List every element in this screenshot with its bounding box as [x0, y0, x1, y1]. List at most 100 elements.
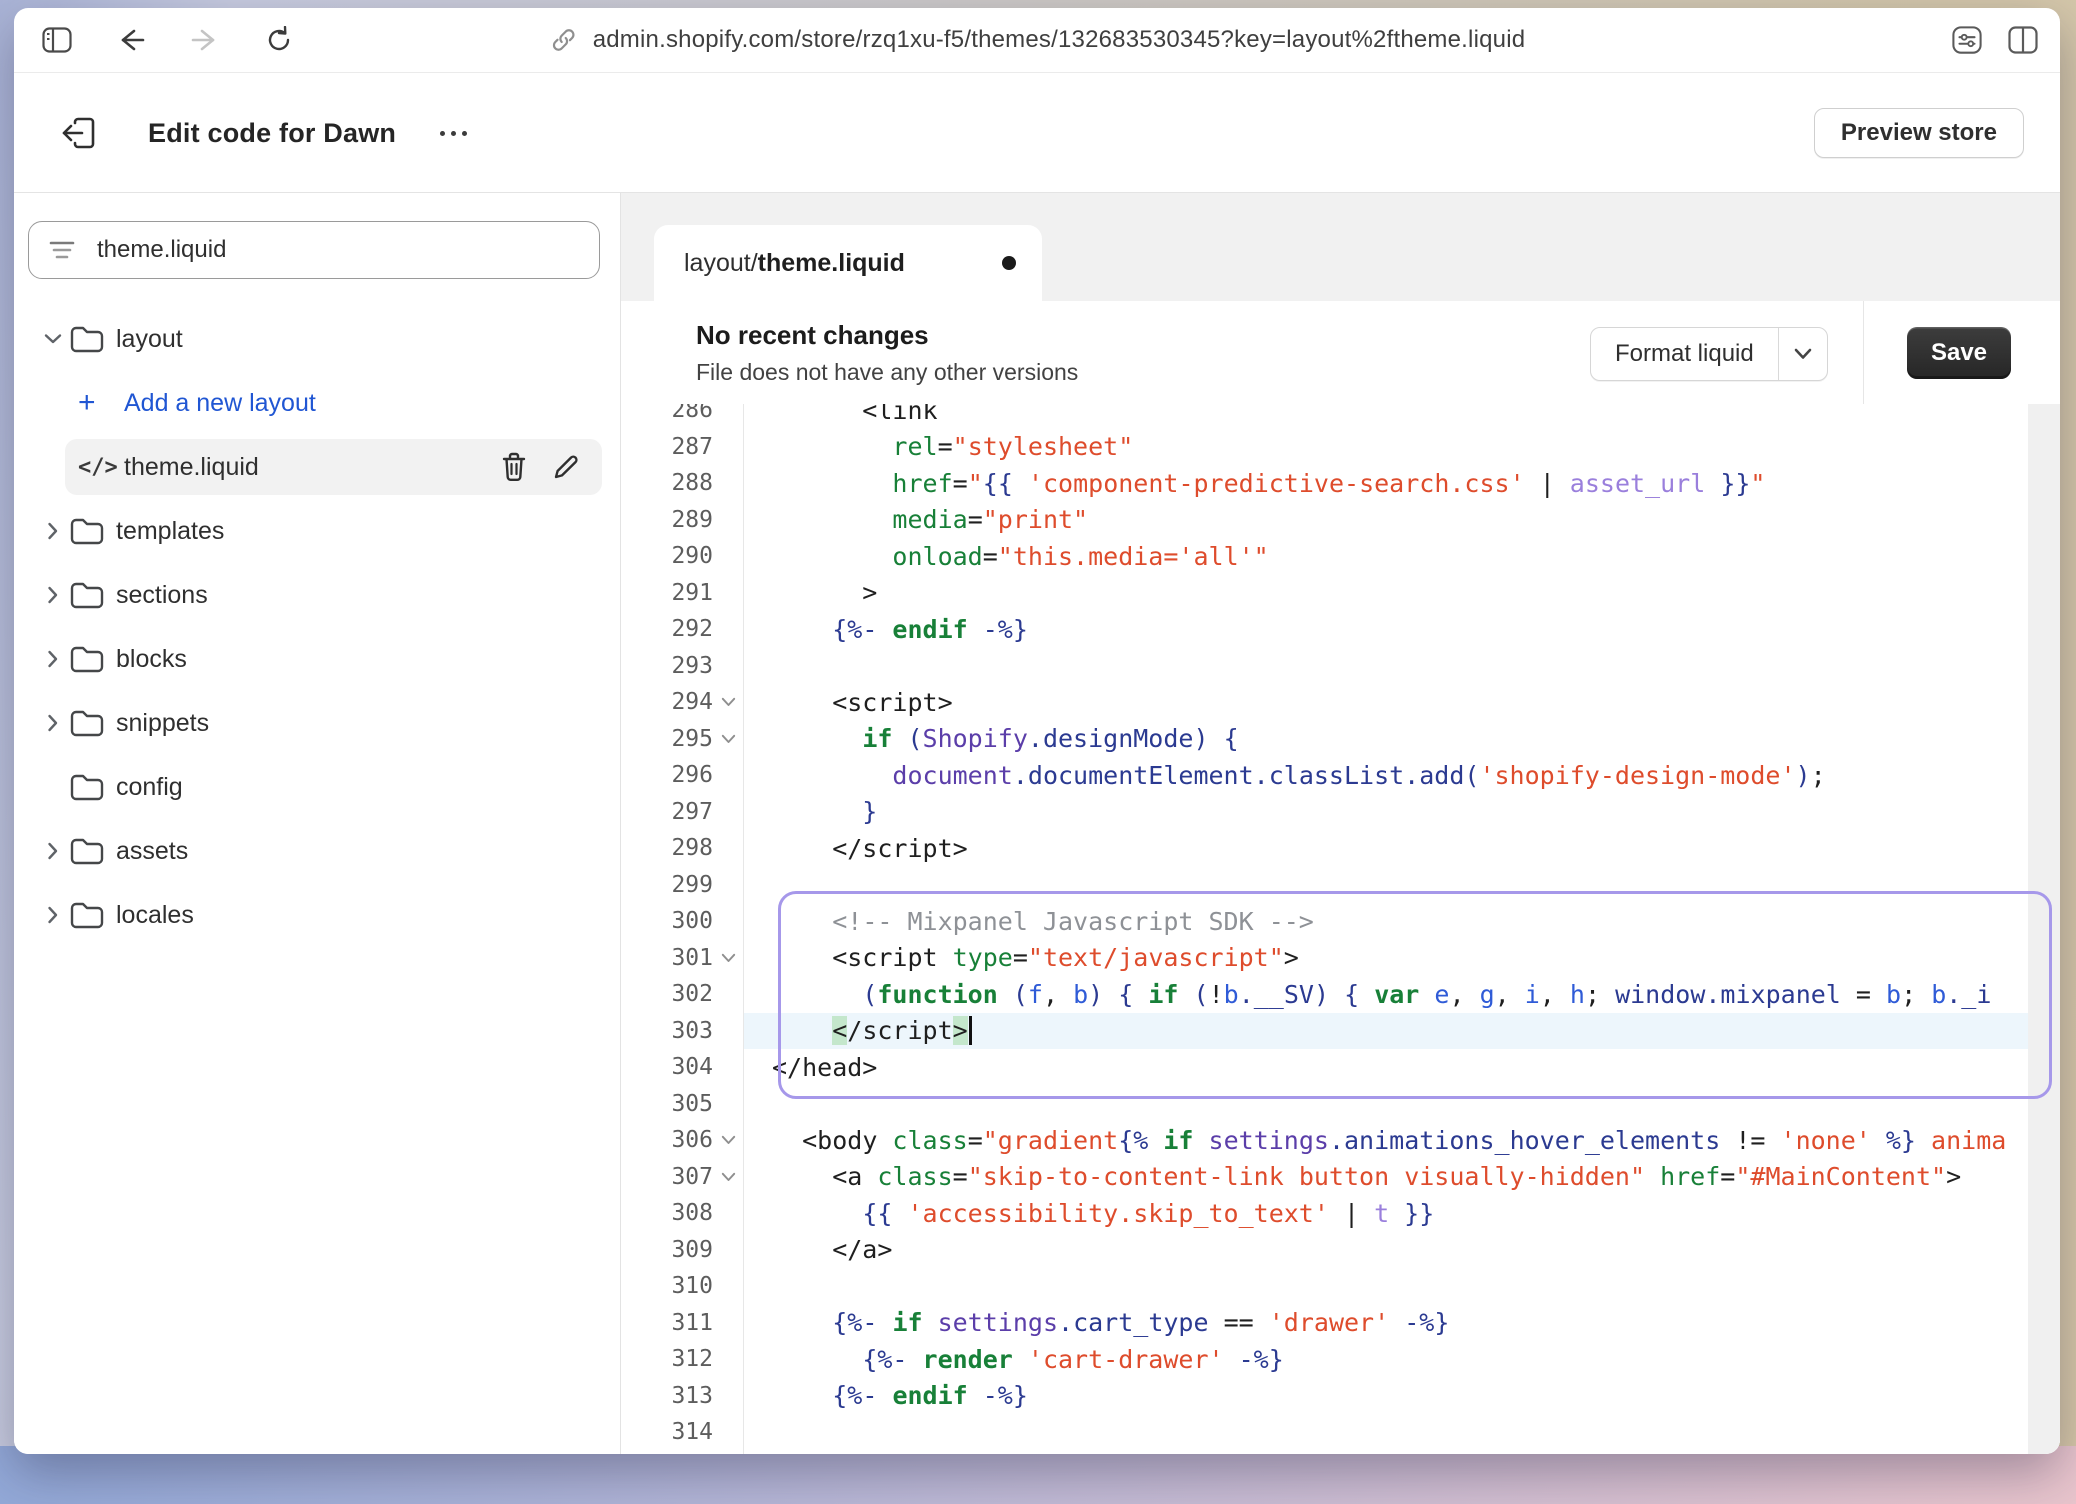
code-line-290[interactable]: 290 onload="this.media='all'" — [621, 538, 2060, 575]
delete-file-icon[interactable] — [500, 452, 528, 482]
code-line-310[interactable]: 310 — [621, 1268, 2060, 1305]
folder-icon — [70, 837, 116, 865]
code-line-306[interactable]: 306 <body class="gradient{% if settings.… — [621, 1122, 2060, 1159]
editor-infobar: No recent changes File does not have any… — [621, 301, 2060, 404]
code-line-298[interactable]: 298 </script> — [621, 830, 2060, 867]
code-line-305[interactable]: 305 — [621, 1086, 2060, 1123]
code-area[interactable]: 286 <link287 rel="stylesheet"288 href="{… — [621, 404, 2060, 1454]
code-text: href="{{ 'component-predictive-search.cs… — [744, 465, 2028, 502]
code-line-286[interactable]: 286 <link — [621, 404, 2060, 429]
page-settings-icon[interactable] — [1952, 25, 1982, 55]
app-header: Edit code for Dawn Preview store — [14, 73, 2060, 193]
forward-icon[interactable] — [190, 25, 220, 55]
code-line-287[interactable]: 287 rel="stylesheet" — [621, 429, 2060, 466]
sidebar-item-config[interactable]: config — [14, 759, 620, 815]
code-line-301[interactable]: 301 <script type="text/javascript"> — [621, 940, 2060, 977]
sidebar-toggle-icon[interactable] — [42, 25, 72, 55]
sidebar-item-layout[interactable]: layout — [14, 311, 620, 367]
code-text: rel="stylesheet" — [744, 429, 2028, 466]
infobar-divider — [1863, 301, 1864, 404]
sidebar-item-locales[interactable]: locales — [14, 887, 620, 943]
sidebar-item-templates[interactable]: templates — [14, 503, 620, 559]
code-line-299[interactable]: 299 — [621, 867, 2060, 904]
code-line-315[interactable]: 315 {% sections 'header-group' %} — [621, 1451, 2060, 1455]
chevron-right-icon[interactable] — [36, 714, 70, 732]
fold-chevron-icon[interactable] — [713, 1135, 743, 1145]
code-line-302[interactable]: 302 (function (f, b) { if (!b.__SV) { va… — [621, 976, 2060, 1013]
code-line-303[interactable]: 303 </script> — [621, 1013, 2060, 1050]
chevron-right-icon[interactable] — [36, 586, 70, 604]
line-number: 294 — [621, 689, 713, 715]
sidebar-item-assets[interactable]: assets — [14, 823, 620, 879]
sidebar-item-label: locales — [116, 901, 194, 930]
code-line-311[interactable]: 311 {%- if settings.cart_type == 'drawer… — [621, 1305, 2060, 1342]
code-lines: 286 <link287 rel="stylesheet"288 href="{… — [621, 404, 2060, 1454]
code-file-icon: </> — [78, 455, 124, 480]
sidebar-item-blocks[interactable]: blocks — [14, 631, 620, 687]
chevron-right-icon[interactable] — [36, 906, 70, 924]
chevron-right-icon[interactable] — [36, 522, 70, 540]
code-line-300[interactable]: 300 <!-- Mixpanel Javascript SDK --> — [621, 903, 2060, 940]
code-line-289[interactable]: 289 media="print" — [621, 502, 2060, 539]
line-number: 311 — [621, 1310, 713, 1336]
chevron-right-icon[interactable] — [36, 842, 70, 860]
back-icon[interactable] — [116, 25, 146, 55]
code-line-308[interactable]: 308 {{ 'accessibility.skip_to_text' | t … — [621, 1195, 2060, 1232]
line-number: 292 — [621, 616, 713, 642]
code-text — [744, 648, 2028, 685]
sidebar-item-theme-liquid[interactable]: </>theme.liquid — [65, 439, 602, 495]
fold-chevron-icon[interactable] — [713, 953, 743, 963]
sidebar-item-add-a-new-layout[interactable]: +Add a new layout — [14, 375, 620, 431]
code-line-312[interactable]: 312 {%- render 'cart-drawer' -%} — [621, 1341, 2060, 1378]
file-search[interactable] — [28, 221, 600, 279]
chevron-down-icon[interactable] — [1778, 328, 1827, 380]
code-line-309[interactable]: 309 </a> — [621, 1232, 2060, 1269]
code-text: > — [744, 575, 2028, 612]
folder-icon — [70, 325, 116, 353]
line-number: 310 — [621, 1273, 713, 1299]
address-bar[interactable]: admin.shopify.com/store/rzq1xu-f5/themes… — [549, 8, 1526, 72]
code-text — [744, 867, 2028, 904]
code-line-288[interactable]: 288 href="{{ 'component-predictive-searc… — [621, 465, 2060, 502]
code-line-291[interactable]: 291 > — [621, 575, 2060, 612]
code-text: </script> — [744, 1013, 2028, 1050]
code-line-296[interactable]: 296 document.documentElement.classList.a… — [621, 757, 2060, 794]
fold-chevron-icon[interactable] — [713, 1172, 743, 1182]
search-input[interactable] — [95, 235, 579, 265]
preview-store-button[interactable]: Preview store — [1814, 108, 2024, 158]
code-line-294[interactable]: 294 <script> — [621, 684, 2060, 721]
line-number: 303 — [621, 1018, 713, 1044]
exit-editor-icon[interactable] — [62, 116, 96, 150]
line-number: 312 — [621, 1346, 713, 1372]
fold-chevron-icon[interactable] — [713, 697, 743, 707]
code-line-292[interactable]: 292 {%- endif -%} — [621, 611, 2060, 648]
code-line-313[interactable]: 313 {%- endif -%} — [621, 1378, 2060, 1415]
format-liquid-button[interactable]: Format liquid — [1590, 327, 1828, 381]
save-button[interactable]: Save — [1907, 327, 2011, 379]
file-tree: layout +Add a new layout </>theme.liquid te… — [14, 311, 620, 951]
tab-theme-liquid[interactable]: layout/theme.liquid — [654, 225, 1042, 301]
split-view-icon[interactable] — [2008, 25, 2038, 55]
sidebar-item-snippets[interactable]: snippets — [14, 695, 620, 751]
chevron-down-icon[interactable] — [36, 333, 70, 345]
sidebar-item-sections[interactable]: sections — [14, 567, 620, 623]
code-line-295[interactable]: 295 if (Shopify.designMode) { — [621, 721, 2060, 758]
line-number: 314 — [621, 1419, 713, 1445]
code-line-293[interactable]: 293 — [621, 648, 2060, 685]
code-line-297[interactable]: 297 } — [621, 794, 2060, 831]
fold-chevron-icon[interactable] — [713, 734, 743, 744]
reload-icon[interactable] — [264, 25, 294, 55]
folder-icon — [70, 773, 116, 801]
code-text: {%- if settings.cart_type == 'drawer' -%… — [744, 1305, 2028, 1342]
code-line-304[interactable]: 304</head> — [621, 1049, 2060, 1086]
code-text: {%- render 'cart-drawer' -%} — [744, 1341, 2028, 1378]
line-number: 307 — [621, 1164, 713, 1190]
chevron-right-icon[interactable] — [36, 650, 70, 668]
more-actions-icon[interactable] — [440, 131, 467, 136]
code-line-307[interactable]: 307 <a class="skip-to-content-link butto… — [621, 1159, 2060, 1196]
plus-icon: + — [78, 388, 124, 418]
edit-file-icon[interactable] — [552, 453, 580, 481]
tab-strip: layout/theme.liquid — [621, 193, 2060, 301]
code-text: media="print" — [744, 502, 2028, 539]
code-line-314[interactable]: 314 — [621, 1414, 2060, 1451]
